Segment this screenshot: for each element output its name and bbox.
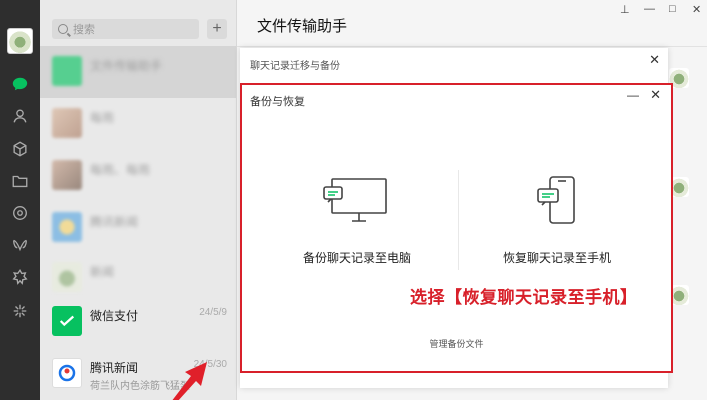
user-avatar[interactable] [7,28,33,54]
channels-icon[interactable] [11,236,29,254]
backup-dialog-title: 备份与恢复 [250,96,305,108]
chat-time: 24/5/9 [199,307,227,318]
restore-to-phone-option[interactable]: 恢复聊天记录至手机 [472,175,642,266]
contacts-icon[interactable] [11,107,29,125]
restore-to-phone-label: 恢复聊天记录至手机 [502,251,611,265]
close-icon[interactable]: ✕ [692,3,701,16]
minimize-icon[interactable]: — [627,88,639,102]
search-input[interactable]: 搜索 [52,19,199,39]
instruction-callout: 选择【恢复聊天记录至手机】 [410,288,638,307]
pin-icon[interactable]: ⊥ [620,3,630,16]
tencent-news-icon [52,358,82,388]
add-button[interactable]: + [207,19,227,39]
option-divider [458,170,459,270]
phone-icon [537,176,575,224]
wechat-window: 搜索 + 文件传输助手 每雨 每雨、每雨 腾讯新闻 新闻 微信支付 24/5/9… [0,0,707,400]
chat-item-wechat-pay[interactable]: 微信支付 24/5/9 [40,296,236,348]
search-icon [58,24,68,34]
backup-restore-dialog: 备份与恢复 — ✕ 备份聊天记录至电脑 恢复聊天记录至手机 管理备份文件 [240,83,673,373]
nav-rail [0,0,40,400]
chat-name: 微信支付 [90,309,139,323]
mini-program-icon[interactable] [11,302,29,320]
backup-to-pc-label: 备份聊天记录至电脑 [302,251,411,265]
blur-overlay [40,46,236,294]
backup-to-pc-option[interactable]: 备份聊天记录至电脑 [272,175,442,266]
moments-icon[interactable] [11,204,29,222]
wechat-pay-icon [52,306,82,336]
search-feature-icon[interactable] [11,268,29,286]
maximize-icon[interactable]: □ [669,3,676,15]
chat-title: 文件传输助手 [257,18,348,35]
header-divider [237,46,707,47]
manage-backup-link[interactable]: 管理备份文件 [242,337,671,350]
chat-icon[interactable] [11,75,29,93]
computer-icon [323,178,387,222]
migrate-dialog-title: 聊天记录迁移与备份 [250,61,340,72]
favorites-icon[interactable] [11,140,29,158]
chat-list-panel: 搜索 + 文件传输助手 每雨 每雨、每雨 腾讯新闻 新闻 微信支付 24/5/9… [40,0,237,400]
search-placeholder: 搜索 [73,24,95,36]
minimize-icon[interactable]: — [644,3,655,15]
chat-name: 腾讯新闻 [90,361,139,375]
red-arrow-icon [172,362,207,400]
close-icon[interactable]: ✕ [649,52,660,68]
folder-icon[interactable] [11,172,29,190]
close-icon[interactable]: ✕ [650,87,661,103]
